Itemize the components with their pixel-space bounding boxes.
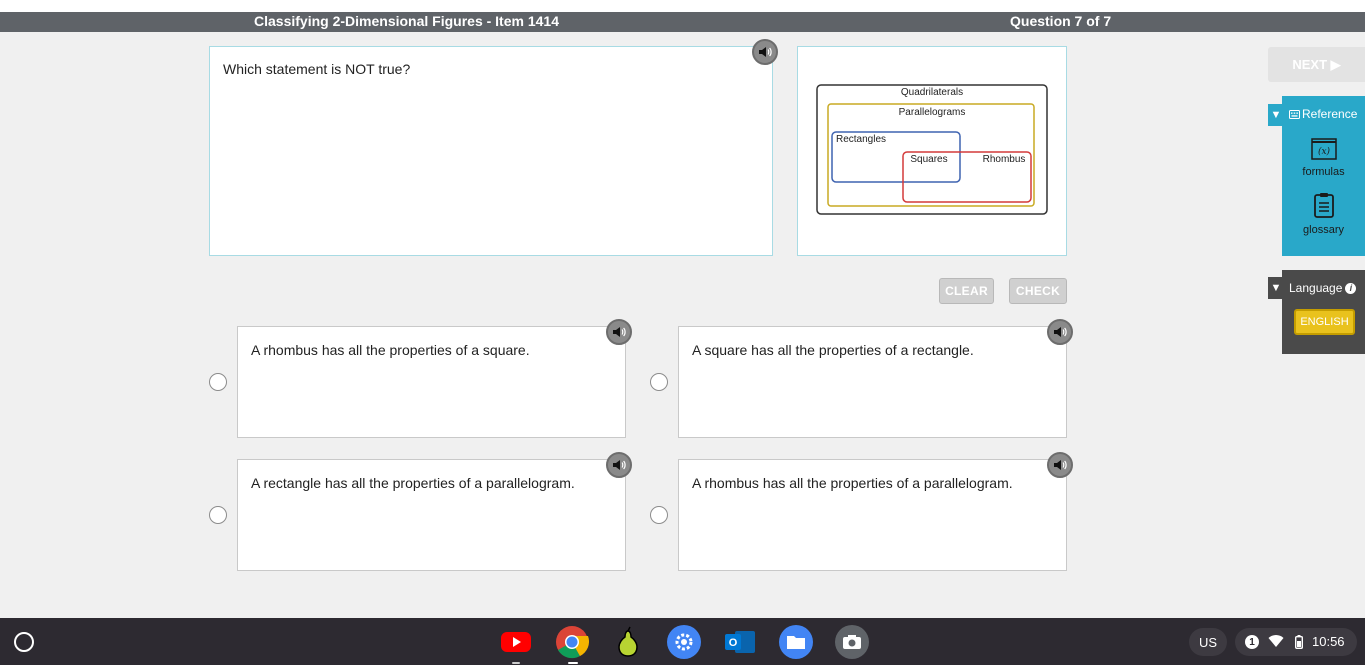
reference-item-glossary[interactable]: glossary (1282, 192, 1365, 236)
answer-text-3: A rectangle has all the properties of a … (251, 475, 575, 491)
files-icon[interactable] (779, 625, 813, 659)
rhombus-label: Rhombus (983, 154, 1026, 165)
answer-option-3[interactable]: A rectangle has all the properties of a … (237, 459, 626, 571)
answer-text-2: A square has all the properties of a rec… (692, 342, 974, 358)
reference-item-formulas[interactable]: (x) formulas (1282, 138, 1365, 178)
answer-radio-1[interactable] (209, 373, 227, 391)
chrome-icon[interactable] (555, 625, 589, 659)
speaker-icon (613, 460, 626, 470)
question-audio-button[interactable] (752, 39, 778, 65)
youtube-active-dot (512, 662, 520, 664)
answer-radio-4[interactable] (650, 506, 668, 524)
clear-button[interactable]: CLEAR (939, 278, 994, 304)
caret-down-icon: ▼ (1270, 109, 1282, 121)
wifi-icon (1268, 635, 1284, 647)
settings-icon[interactable] (667, 625, 701, 659)
answer-2-audio-button[interactable] (1047, 319, 1073, 345)
formulas-label: formulas (1302, 166, 1345, 178)
answer-option-1[interactable]: A rhombus has all the properties of a sq… (237, 326, 626, 438)
answer-option-2[interactable]: A square has all the properties of a rec… (678, 326, 1067, 438)
squares-label: Squares (910, 154, 947, 165)
speaker-icon (1054, 460, 1067, 470)
rectangles-label: Rectangles (836, 134, 886, 145)
assessment-title: Classifying 2-Dimensional Figures - Item… (254, 13, 559, 29)
title-bar: Classifying 2-Dimensional Figures - Item… (0, 12, 1365, 32)
svg-text:(x): (x) (1317, 146, 1330, 157)
diagram-panel: Quadrilaterals Parallelograms Rectangles… (797, 46, 1067, 256)
info-icon[interactable]: i (1345, 282, 1357, 294)
youtube-icon[interactable] (499, 625, 533, 659)
language-title: Language (1289, 281, 1343, 295)
input-method-indicator[interactable]: US (1189, 628, 1227, 656)
answer-1-audio-button[interactable] (606, 319, 632, 345)
top-strip (0, 0, 1365, 12)
clipboard-icon (1313, 193, 1334, 218)
camera-icon[interactable] (835, 625, 869, 659)
caret-down-icon: ▼ (1270, 282, 1282, 294)
glossary-label: glossary (1303, 224, 1344, 236)
speaker-icon (613, 327, 626, 337)
reference-title: Reference (1302, 107, 1358, 121)
system-tray[interactable]: 1 10:56 (1235, 628, 1357, 656)
answer-option-4[interactable]: A rhombus has all the properties of a pa… (678, 459, 1067, 571)
speaker-icon (1054, 327, 1067, 337)
answer-text-1: A rhombus has all the properties of a sq… (251, 342, 530, 358)
language-header: Language i (1289, 281, 1357, 295)
answer-radio-2[interactable] (650, 373, 668, 391)
chrome-active-dot (568, 662, 578, 664)
formula-icon: (x) (1310, 138, 1337, 160)
question-text: Which statement is NOT true? (223, 61, 411, 77)
english-language-button[interactable]: ENGLISH (1294, 309, 1355, 335)
pear-icon[interactable] (611, 625, 645, 659)
question-panel: Which statement is NOT true? (209, 46, 773, 256)
answer-3-audio-button[interactable] (606, 452, 632, 478)
taskbar: O US 1 10:56 (0, 618, 1365, 665)
launcher-icon[interactable] (14, 632, 34, 652)
reference-panel: Reference (x) formulas glossary (1282, 96, 1365, 256)
parallelograms-label: Parallelograms (899, 107, 966, 118)
quadrilaterals-label: Quadrilaterals (901, 87, 963, 98)
notification-badge: 1 (1245, 635, 1259, 649)
answer-text-4: A rhombus has all the properties of a pa… (692, 475, 1013, 491)
next-button[interactable]: NEXT ▶ (1268, 47, 1365, 82)
reference-header[interactable]: Reference (1289, 107, 1357, 121)
language-panel: Language i ENGLISH (1282, 270, 1365, 354)
keyboard-icon (1289, 109, 1300, 119)
clock: 10:56 (1312, 634, 1345, 649)
answer-radio-3[interactable] (209, 506, 227, 524)
speaker-icon (759, 47, 772, 57)
question-progress: Question 7 of 7 (1010, 13, 1112, 29)
check-button[interactable]: CHECK (1009, 278, 1067, 304)
svg-text:O: O (729, 637, 738, 649)
answer-4-audio-button[interactable] (1047, 452, 1073, 478)
battery-icon (1295, 635, 1303, 649)
outlook-icon[interactable]: O (723, 625, 757, 659)
venn-diagram: Quadrilaterals Parallelograms Rectangles… (816, 84, 1048, 215)
